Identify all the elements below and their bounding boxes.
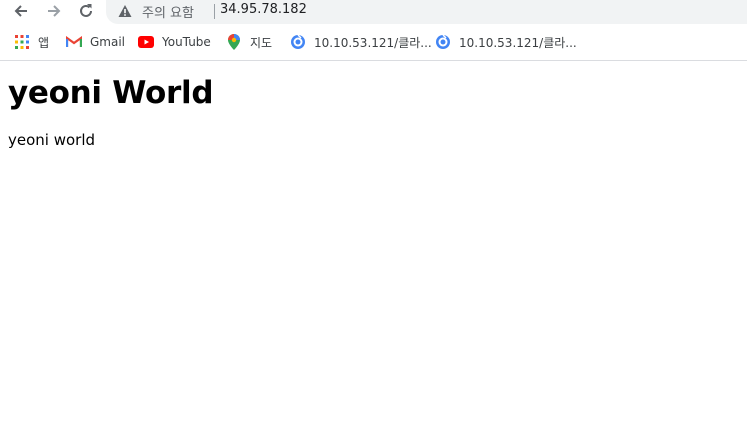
reload-button[interactable] (74, 0, 98, 22)
gmail-icon (66, 34, 82, 50)
bookmark-label: YouTube (162, 35, 211, 49)
bookmark-label: 지도 (250, 35, 273, 50)
forward-button[interactable] (42, 0, 66, 22)
back-arrow-icon (14, 5, 27, 17)
apps-grid-icon (14, 34, 30, 50)
bookmark-label: 앱 (38, 35, 50, 50)
bookmark-apps[interactable]: 앱 (14, 28, 49, 56)
bookmark-site-2[interactable]: 10.10.53.121/클라... (435, 28, 577, 56)
bookmark-label: 10.10.53.121/클라... (459, 35, 577, 50)
bookmark-label: Gmail (90, 35, 126, 49)
bookmark-label: 10.10.53.121/클라... (314, 35, 432, 50)
bookmarks-bar: 앱 Gmail YouTube 지도 10.10.53.121/클라... 10… (0, 28, 747, 56)
security-status-label[interactable]: 주의 요함 (142, 2, 194, 21)
site-globe-icon (435, 34, 451, 50)
reload-icon (80, 4, 92, 17)
browser-toolbar: 주의 요함 34.95.78.182 (0, 0, 747, 24)
bookmark-youtube[interactable]: YouTube (138, 28, 211, 56)
site-globe-icon (290, 34, 306, 50)
youtube-icon (138, 34, 154, 50)
page-heading: yeoni World (8, 75, 214, 111)
back-button[interactable] (9, 0, 33, 22)
address-separator (214, 4, 215, 19)
page-body-text: yeoni world (8, 131, 96, 149)
forward-arrow-icon (48, 5, 61, 17)
bookmark-site-1[interactable]: 10.10.53.121/클라... (290, 28, 432, 56)
address-bar[interactable]: 주의 요함 34.95.78.182 (106, 0, 747, 24)
url-text[interactable]: 34.95.78.182 (220, 2, 307, 17)
bookmark-gmail[interactable]: Gmail (66, 28, 125, 56)
bookmark-maps[interactable]: 지도 (226, 28, 272, 56)
page-content: yeoni World yeoni world (8, 61, 739, 149)
warning-triangle-icon (118, 5, 132, 17)
maps-pin-icon (226, 34, 242, 50)
